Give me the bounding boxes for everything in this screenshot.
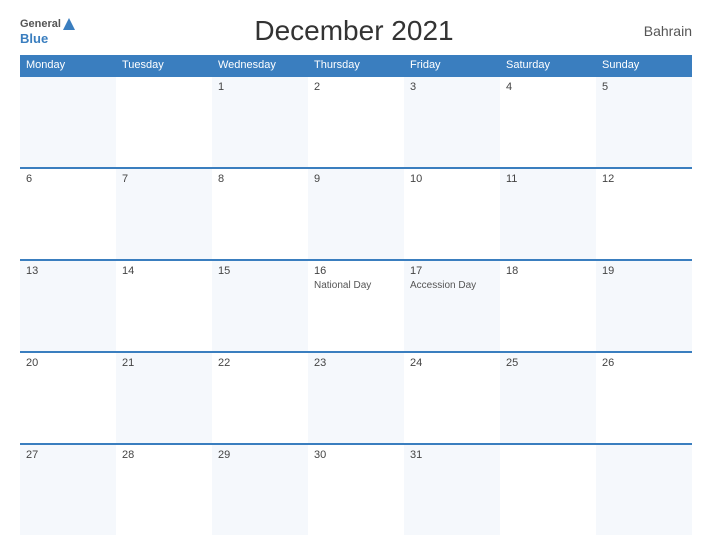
day-number: 31 [410,449,494,461]
day-number: 3 [410,81,494,93]
day-of-week-header: Tuesday [116,55,212,75]
day-number: 17 [410,265,494,277]
day-number: 14 [122,265,206,277]
calendar-cell: 17 Accession Day [404,261,500,351]
calendar-cell: 18 [500,261,596,351]
calendar-cell: 25 [500,353,596,443]
calendar-cell: 28 [116,445,212,535]
calendar-cell: 30 [308,445,404,535]
day-number: 12 [602,173,686,185]
calendar-week: 20 21 22 23 24 25 26 [20,351,692,443]
calendar-cell: 12 [596,169,692,259]
day-number: 7 [122,173,206,185]
logo-blue-text: Blue [20,31,48,46]
day-of-week-header: Monday [20,55,116,75]
logo: General Blue [20,17,76,46]
calendar-cell: 8 [212,169,308,259]
day-number: 19 [602,265,686,277]
calendar-cell [20,77,116,167]
day-number: 15 [218,265,302,277]
day-number: 8 [218,173,302,185]
calendar-cell: 11 [500,169,596,259]
logo-general-text: General [20,18,61,30]
day-of-week-header: Wednesday [212,55,308,75]
calendar-week: 27 28 29 30 31 [20,443,692,535]
calendar-cell: 31 [404,445,500,535]
calendar-cell: 19 [596,261,692,351]
calendar-cell: 15 [212,261,308,351]
day-number: 27 [26,449,110,461]
day-number: 22 [218,357,302,369]
day-number: 13 [26,265,110,277]
day-of-week-header: Saturday [500,55,596,75]
day-number: 2 [314,81,398,93]
calendar-body: 12345678910111213141516National Day17Acc… [20,75,692,535]
calendar-week: 13 14 15 16 National Day 17 Accession Day 18 19 [20,259,692,351]
calendar-cell: 4 [500,77,596,167]
calendar-cell: 7 [116,169,212,259]
header: General Blue December 2021 Bahrain [20,15,692,47]
calendar-cell: 22 [212,353,308,443]
day-number: 26 [602,357,686,369]
calendar-cell [596,445,692,535]
calendar-event: National Day [314,279,398,292]
calendar-cell: 24 [404,353,500,443]
day-number: 30 [314,449,398,461]
calendar-cell: 3 [404,77,500,167]
calendar-cell: 6 [20,169,116,259]
calendar-cell: 26 [596,353,692,443]
calendar-cell: 10 [404,169,500,259]
calendar-week: 6789 10 11 12 [20,167,692,259]
day-number: 23 [314,357,398,369]
calendar-cell: 13 [20,261,116,351]
day-number: 20 [26,357,110,369]
day-number: 4 [506,81,590,93]
calendar: MondayTuesdayWednesdayThursdayFridaySatu… [20,55,692,535]
calendar-page: General Blue December 2021 Bahrain Monda… [0,0,712,550]
calendar-cell: 20 [20,353,116,443]
calendar-cell: 23 [308,353,404,443]
page-title: December 2021 [76,15,632,47]
calendar-week: 12345 [20,75,692,167]
day-number: 11 [506,173,590,185]
day-number: 18 [506,265,590,277]
calendar-cell: 1 [212,77,308,167]
day-number: 28 [122,449,206,461]
calendar-cell: 21 [116,353,212,443]
calendar-event: Accession Day [410,279,494,292]
day-number: 24 [410,357,494,369]
calendar-cell [116,77,212,167]
calendar-cell: 27 [20,445,116,535]
day-of-week-header: Friday [404,55,500,75]
day-number: 6 [26,173,110,185]
calendar-cell: 14 [116,261,212,351]
day-number: 9 [314,173,398,185]
calendar-cell: 2 [308,77,404,167]
calendar-header: MondayTuesdayWednesdayThursdayFridaySatu… [20,55,692,75]
calendar-cell: 16 National Day [308,261,404,351]
day-number: 29 [218,449,302,461]
day-number: 5 [602,81,686,93]
day-of-week-header: Sunday [596,55,692,75]
calendar-cell: 9 [308,169,404,259]
day-number: 16 [314,265,398,277]
country-label: Bahrain [632,23,692,39]
day-number: 21 [122,357,206,369]
day-of-week-header: Thursday [308,55,404,75]
logo-icon [62,17,76,31]
calendar-cell: 5 [596,77,692,167]
calendar-cell: 29 [212,445,308,535]
day-number: 10 [410,173,494,185]
day-number: 1 [218,81,302,93]
calendar-cell [500,445,596,535]
day-number: 25 [506,357,590,369]
